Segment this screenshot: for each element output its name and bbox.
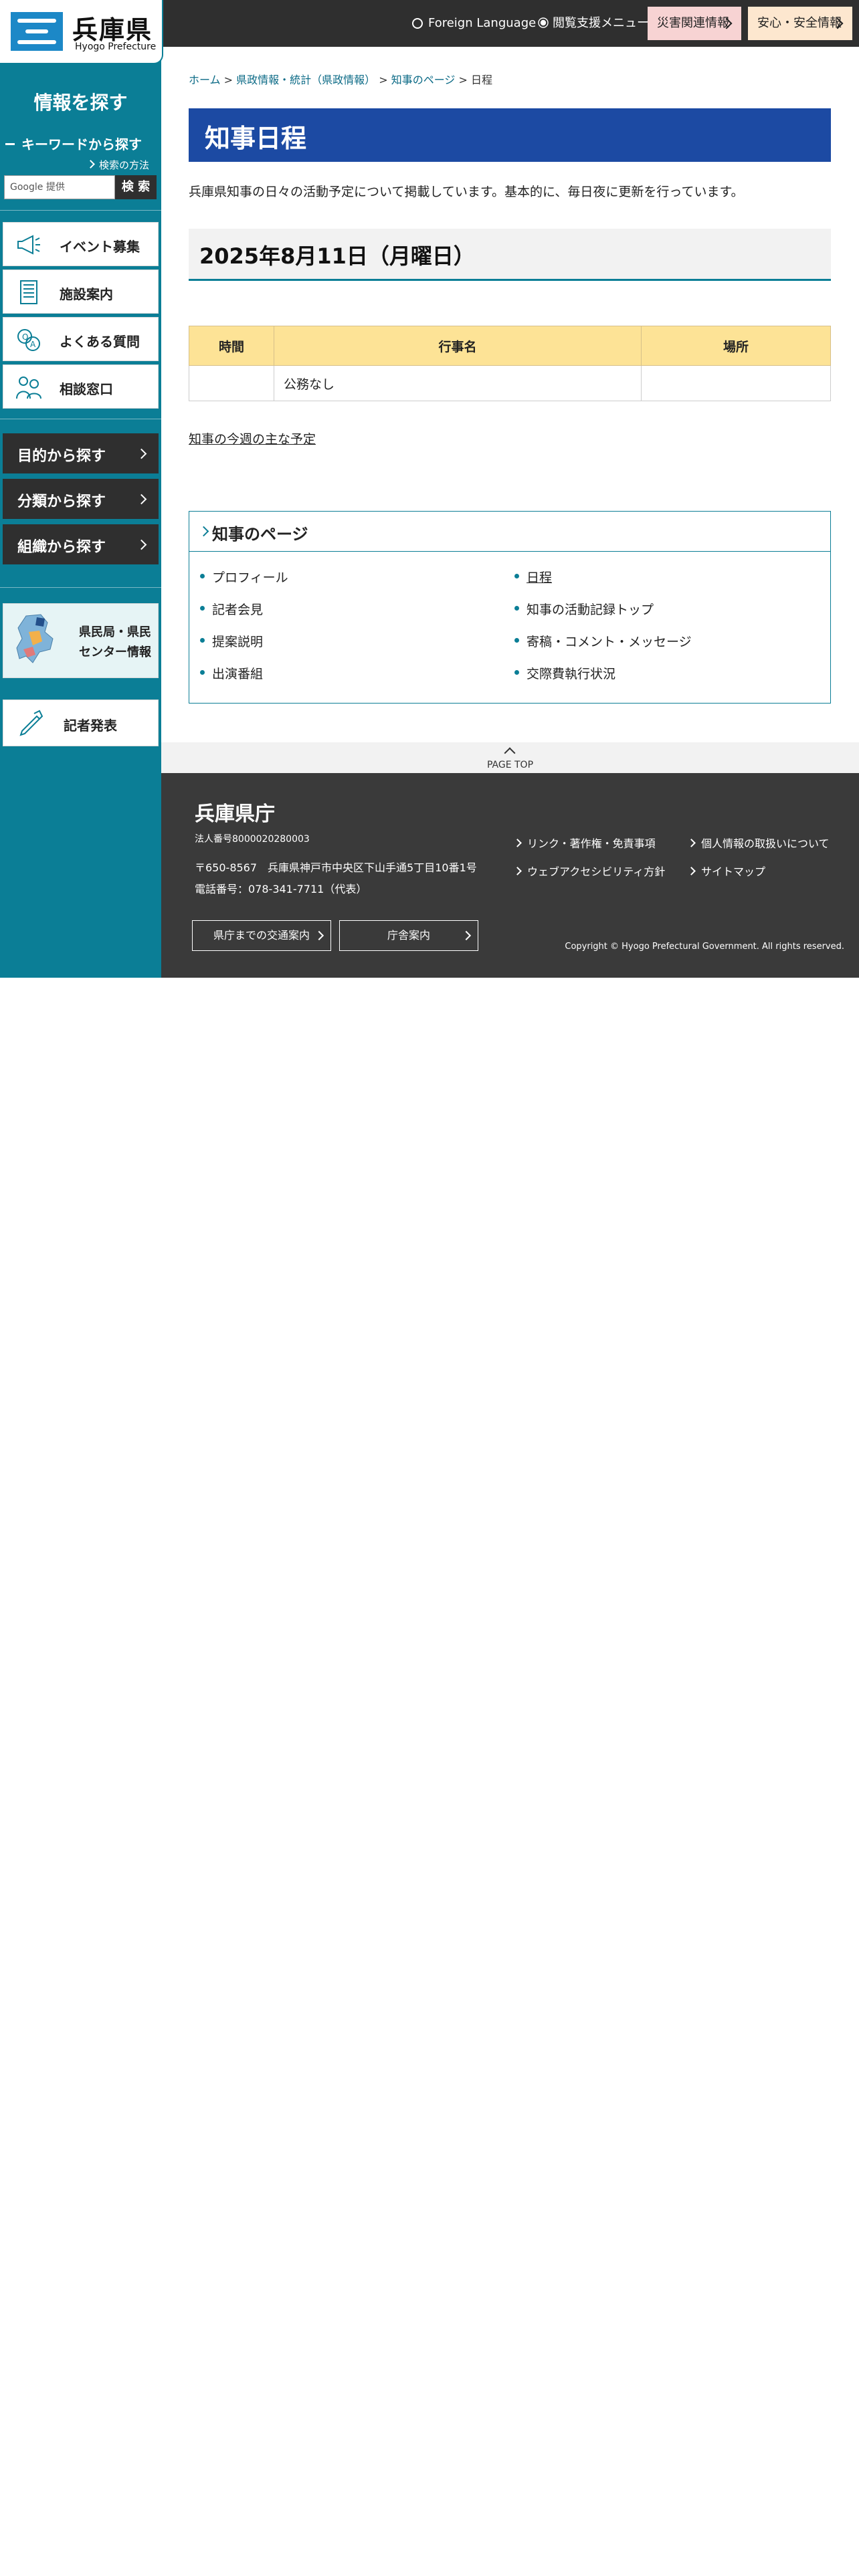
divider (0, 587, 161, 588)
chevron-right-icon (314, 930, 324, 941)
footer-corp-number: 法人番号8000020280003 (195, 834, 310, 845)
office-guide-button[interactable]: 庁舎案内 (339, 920, 478, 951)
search-howto-link[interactable]: 検索の方法 (86, 158, 149, 172)
sidebar-item-organization[interactable]: 組織から探す (3, 524, 159, 564)
footer-link-copyright[interactable]: リンク・著作権・免責事項 (513, 835, 656, 851)
chevron-right-icon (136, 539, 147, 550)
pen-icon (19, 710, 43, 736)
column-header-event: 行事名 (274, 326, 642, 366)
chevron-right-icon (136, 448, 147, 459)
sidebar-item-consult[interactable]: 相談窓口 (3, 364, 159, 409)
qa-icon: Q A (17, 329, 40, 351)
safety-info-button[interactable]: 安心・安全情報 (748, 7, 852, 40)
chevron-right-icon (86, 160, 95, 169)
logo-subtitle: Hyogo Prefecture (75, 41, 157, 52)
chevron-right-icon (136, 494, 147, 505)
breadcrumb-governor-page[interactable]: 知事のページ (391, 74, 456, 86)
chevron-up-icon (504, 747, 516, 759)
breadcrumb-current: 日程 (471, 74, 493, 86)
chevron-right-icon (461, 930, 472, 941)
access-guide-button[interactable]: 県庁までの交通案内 (192, 920, 331, 951)
governor-pages-box: 知事のページ プロフィール 日程 記者会見 知事の活動記録トップ 提案説明 寄稿… (189, 511, 831, 704)
sidebar-heading: 情報を探す (33, 92, 128, 114)
date-heading: 2025年8月11日（月曜日） (189, 229, 831, 281)
chevron-right-icon (513, 867, 522, 875)
disaster-info-button[interactable]: 災害関連情報 (648, 7, 741, 40)
svg-text:A: A (30, 340, 36, 349)
link-press-conference[interactable]: 記者会見 (199, 600, 263, 618)
cell-event: 公務なし (274, 365, 642, 401)
svg-text:Q: Q (22, 332, 28, 342)
search-button[interactable]: 検 索 (115, 175, 157, 199)
page-title: 知事日程 (189, 108, 831, 162)
link-profile[interactable]: プロフィール (200, 568, 288, 586)
map-icon (16, 614, 54, 663)
footer-phone: 電話番号：078-341-7711（代表） (195, 883, 367, 895)
breadcrumb-prefectural-info[interactable]: 県政情報・統計（県政情報） (236, 74, 375, 86)
breadcrumb-home[interactable]: ホーム (189, 74, 221, 86)
prefecture-emblem-icon (11, 12, 63, 51)
chevron-right-icon (513, 839, 522, 847)
building-icon (20, 280, 37, 304)
weekly-schedule-link[interactable]: 知事の今週の主な予定 (189, 429, 316, 447)
link-schedule[interactable]: 日程 (514, 568, 552, 586)
schedule-table: 時間 行事名 場所 公務なし (189, 326, 831, 401)
search-input[interactable]: Google 提供 (4, 175, 115, 199)
sidebar-item-center-info[interactable]: 県民局・県民センター情報 (3, 603, 159, 678)
chevron-right-icon (687, 839, 696, 847)
gear-icon (540, 19, 547, 26)
chevron-right-icon (198, 526, 209, 537)
sidebar-item-facility[interactable]: 施設案内 (3, 270, 159, 314)
link-activity-record[interactable]: 知事の活動記録トップ (514, 600, 654, 618)
column-header-time: 時間 (189, 326, 274, 366)
footer-org-name: 兵庫県庁 (195, 802, 275, 826)
sidebar-item-faq[interactable]: Q A よくある質問 (3, 317, 159, 361)
footer-address: 〒650-8567 兵庫県神戸市中央区下山手通5丁目10番1号 (195, 861, 477, 874)
foreign-language-link[interactable]: Foreign Language (412, 0, 536, 47)
link-proposal[interactable]: 提案説明 (199, 632, 263, 650)
breadcrumb: ホーム > 県政情報・統計（県政情報） > 知事のページ > 日程 (189, 74, 493, 86)
cell-time (189, 365, 274, 401)
people-icon (16, 377, 41, 399)
link-messages[interactable]: 寄稿・コメント・メッセージ (514, 632, 692, 650)
table-row: 公務なし (189, 365, 831, 401)
megaphone-icon (17, 235, 40, 255)
page-intro: 兵庫県知事の日々の活動予定について掲載しています。基本的に、毎日夜に更新を行って… (189, 185, 744, 199)
sidebar-item-event[interactable]: イベント募集 (3, 222, 159, 266)
footer-link-sitemap[interactable]: サイトマップ (687, 863, 765, 879)
chevron-right-icon (687, 867, 696, 875)
governor-box-header: 知事のページ (189, 512, 830, 552)
cell-place (641, 365, 831, 401)
footer-link-accessibility[interactable]: ウェブアクセシビリティ方針 (513, 863, 665, 879)
sidebar-item-purpose[interactable]: 目的から探す (3, 433, 159, 473)
page-top-button[interactable]: PAGE TOP (161, 742, 859, 773)
logo-title: 兵庫県 (72, 15, 153, 45)
table-header-row: 時間 行事名 場所 (189, 326, 831, 366)
globe-icon (412, 18, 423, 29)
sidebar-item-category[interactable]: 分類から探す (3, 479, 159, 519)
footer-link-privacy[interactable]: 個人情報の取扱いについて (687, 835, 830, 851)
footer: 兵庫県庁 法人番号8000020280003 〒650-8567 兵庫県神戸市中… (161, 773, 859, 978)
sidebar: 情報を探す キーワードから探す 検索の方法 Google 提供 検 索 イベント… (0, 47, 161, 978)
sidebar-item-press[interactable]: 記者発表 (3, 700, 159, 746)
link-expenses[interactable]: 交際費執行状況 (514, 664, 615, 682)
keyword-search-toggle[interactable]: キーワードから探す (5, 134, 142, 153)
site-logo[interactable]: 兵庫県 Hyogo Prefecture (0, 0, 163, 64)
accessibility-menu-link[interactable]: 閲覧支援メニュー (539, 0, 649, 47)
link-programs[interactable]: 出演番組 (199, 664, 263, 682)
copyright: Copyright © Hyogo Prefectural Government… (565, 942, 844, 952)
column-header-place: 場所 (641, 326, 831, 366)
divider (0, 210, 161, 211)
